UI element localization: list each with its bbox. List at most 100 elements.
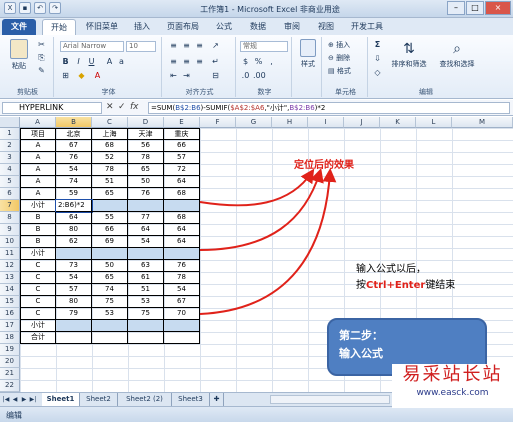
column-header-e[interactable]: E [164, 117, 200, 128]
table-cell[interactable]: 67 [56, 140, 92, 152]
row-header-2[interactable]: 2 [0, 140, 20, 152]
table-cell[interactable] [56, 248, 92, 260]
align-top-icon[interactable]: ≡ [168, 41, 179, 51]
table-header-cell[interactable]: 上海 [92, 128, 128, 140]
align-left-icon[interactable]: ≡ [168, 57, 179, 67]
table-cell[interactable]: A [20, 152, 56, 164]
table-cell[interactable]: A [20, 164, 56, 176]
table-cell[interactable]: 73 [56, 260, 92, 272]
table-cell[interactable]: 62 [56, 236, 92, 248]
column-header-i[interactable]: I [308, 117, 344, 128]
font-grow-icon[interactable]: A [104, 57, 115, 67]
align-middle-icon[interactable]: ≡ [181, 41, 192, 51]
table-cell[interactable]: 78 [164, 272, 200, 284]
decrease-decimal-icon[interactable]: .00 [253, 71, 266, 81]
table-cell[interactable]: A [20, 176, 56, 188]
table-cell[interactable]: 76 [128, 188, 164, 200]
table-cell[interactable] [92, 248, 128, 260]
column-header-k[interactable]: K [380, 117, 416, 128]
name-box[interactable]: HYPERLINK [2, 102, 102, 114]
table-cell[interactable]: 小计 [20, 320, 56, 332]
row-header-18[interactable]: 18 [0, 332, 20, 344]
copy-icon[interactable]: ⎘ [36, 53, 47, 63]
enter-icon[interactable]: ✓ [118, 102, 126, 113]
table-cell[interactable]: 80 [56, 224, 92, 236]
table-cell[interactable]: 70 [164, 308, 200, 320]
fill-color-icon[interactable]: ◆ [76, 71, 87, 81]
table-cell[interactable]: 80 [56, 296, 92, 308]
formula-input[interactable]: =SUM(B$2:B6)-SUMIF($A$2:$A6,"小计",B$2:B6)… [148, 102, 510, 114]
table-cell[interactable] [92, 332, 128, 344]
table-cell[interactable] [164, 320, 200, 332]
indent-increase-icon[interactable]: ⇥ [181, 71, 192, 81]
prev-sheet-icon[interactable]: ◀ [11, 395, 19, 404]
table-cell[interactable]: 64 [56, 212, 92, 224]
column-header-b[interactable]: B [56, 117, 92, 128]
table-cell[interactable]: 64 [164, 236, 200, 248]
table-cell[interactable]: 53 [92, 308, 128, 320]
row-header-7[interactable]: 7 [0, 200, 20, 212]
table-cell[interactable]: 67 [164, 296, 200, 308]
close-icon[interactable]: × [485, 1, 511, 15]
table-cell[interactable]: 76 [56, 152, 92, 164]
table-header-cell[interactable]: 重庆 [164, 128, 200, 140]
table-cell[interactable]: 68 [92, 140, 128, 152]
clear-icon[interactable]: ◇ [372, 68, 383, 78]
column-header-g[interactable]: G [236, 117, 272, 128]
column-header-j[interactable]: J [344, 117, 380, 128]
row-header-1[interactable]: 1 [0, 128, 20, 140]
horizontal-scrollbar[interactable] [270, 395, 390, 404]
insert-cells-button[interactable]: ⊕ 插入 [328, 40, 350, 50]
table-cell[interactable]: B [20, 224, 56, 236]
table-cell[interactable]: 69 [92, 236, 128, 248]
table-cell[interactable]: 54 [128, 236, 164, 248]
table-cell[interactable]: 53 [128, 296, 164, 308]
table-cell[interactable]: 57 [56, 284, 92, 296]
redo-icon[interactable]: ↷ [49, 2, 61, 14]
table-cell[interactable]: 54 [164, 284, 200, 296]
align-center-icon[interactable]: ≡ [181, 57, 192, 67]
table-cell[interactable] [164, 248, 200, 260]
tab-formulas[interactable]: 公式 [210, 19, 238, 35]
table-cell[interactable] [164, 200, 200, 212]
table-cell[interactable]: 66 [164, 140, 200, 152]
table-cell[interactable]: 72 [164, 164, 200, 176]
underline-button[interactable]: U [86, 57, 97, 67]
number-format-select[interactable]: 常规 [240, 41, 288, 52]
column-header-h[interactable]: H [272, 117, 308, 128]
row-header-21[interactable]: 21 [0, 368, 20, 380]
styles-button[interactable]: 样式 [296, 39, 320, 69]
align-bottom-icon[interactable]: ≡ [194, 41, 205, 51]
table-cell[interactable]: 76 [164, 260, 200, 272]
row-header-17[interactable]: 17 [0, 320, 20, 332]
fill-icon[interactable]: ⇩ [372, 54, 383, 64]
table-cell[interactable]: 56 [128, 140, 164, 152]
border-icon[interactable]: ⊞ [60, 71, 71, 81]
table-cell[interactable]: 64 [164, 224, 200, 236]
table-cell[interactable]: 78 [128, 152, 164, 164]
next-sheet-icon[interactable]: ▶ [20, 395, 28, 404]
row-header-6[interactable]: 6 [0, 188, 20, 200]
table-cell[interactable]: C [20, 296, 56, 308]
last-sheet-icon[interactable]: ▶| [29, 395, 37, 404]
table-cell[interactable]: 50 [128, 176, 164, 188]
tab-page-layout[interactable]: 页面布局 [162, 19, 204, 35]
row-header-8[interactable]: 8 [0, 212, 20, 224]
table-cell[interactable]: 55 [92, 212, 128, 224]
tab-file[interactable]: 文件 [2, 19, 36, 35]
sort-filter-button[interactable]: ⇅ 排序和筛选 [386, 39, 432, 69]
row-header-16[interactable]: 16 [0, 308, 20, 320]
table-cell[interactable]: 74 [56, 176, 92, 188]
table-cell[interactable]: 74 [92, 284, 128, 296]
table-cell[interactable] [56, 332, 92, 344]
row-header-13[interactable]: 13 [0, 272, 20, 284]
table-cell[interactable]: 54 [56, 164, 92, 176]
table-cell[interactable]: 65 [92, 188, 128, 200]
first-sheet-icon[interactable]: |◀ [2, 395, 10, 404]
format-cells-button[interactable]: ▤ 格式 [328, 66, 351, 76]
cancel-icon[interactable]: ✕ [106, 102, 114, 113]
table-cell[interactable]: 64 [128, 224, 164, 236]
table-cell[interactable]: 68 [164, 188, 200, 200]
row-header-11[interactable]: 11 [0, 248, 20, 260]
sheet-tab-sheet2-copy[interactable]: Sheet2 (2) [118, 393, 172, 406]
